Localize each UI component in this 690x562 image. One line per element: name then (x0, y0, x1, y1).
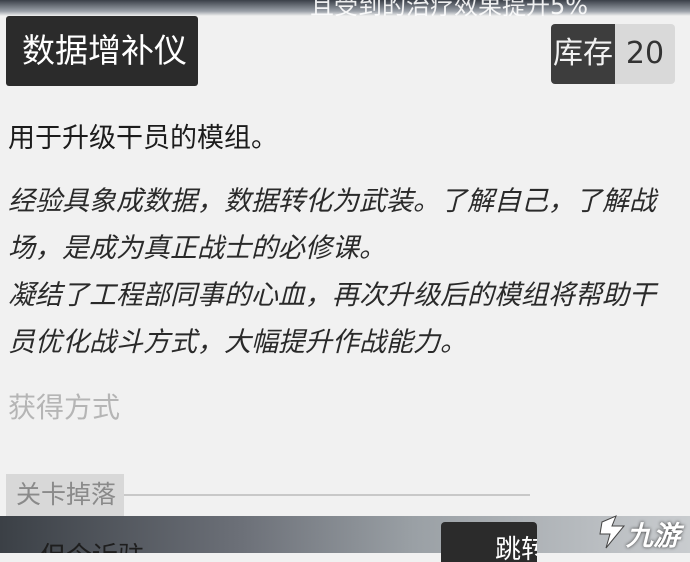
stock-indicator: 库存 20 (551, 24, 675, 84)
item-description: 经验具象成数据，数据转化为武装。了解自己，了解战场，是成为真正战士的必修课。 凝… (8, 178, 678, 366)
watermark-text: 九游 (626, 521, 680, 552)
divider (124, 494, 530, 496)
stage-entry-background: 但今诉驻 (0, 516, 690, 553)
stock-count: 20 (625, 36, 665, 71)
obtain-method-heading: 获得方式 (8, 391, 121, 424)
stock-label: 库存 (551, 24, 615, 84)
jiuyou-logo-icon (599, 515, 626, 549)
item-title: 数据增补仪 (6, 16, 198, 86)
banner-text: 且受到的治疗效果提升5% (310, 0, 589, 16)
stage-name[interactable]: 但今诉驻 (40, 536, 144, 553)
item-usage-text: 用于升级干员的模组。 (8, 123, 278, 154)
description-paragraph-2: 凝结了工程部同事的心血，再次升级后的模组将帮助干员优化战斗方式，大幅提升作战能力… (8, 280, 656, 358)
description-paragraph-1: 经验具象成数据，数据转化为武装。了解自己，了解战场，是成为真正战士的必修课。 (8, 186, 656, 264)
jump-button[interactable]: 跳转 (441, 522, 537, 562)
stage-drop-tag: 关卡掉落 (6, 474, 124, 516)
top-banner: 且受到的治疗效果提升5% (0, 0, 690, 16)
watermark: 九游 (596, 510, 690, 553)
